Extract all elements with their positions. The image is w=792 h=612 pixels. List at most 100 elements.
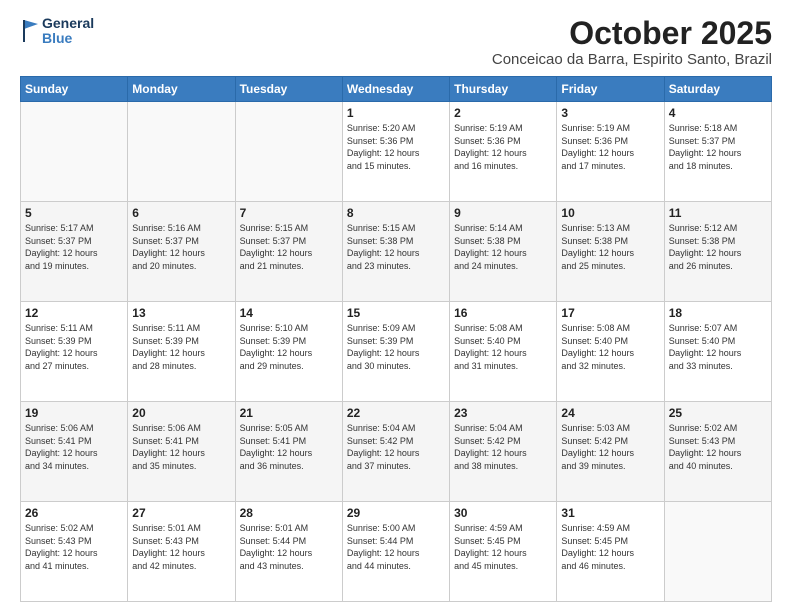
calendar-cell	[664, 502, 771, 602]
day-number: 28	[240, 506, 338, 520]
calendar-cell: 21 Sunrise: 5:05 AM Sunset: 5:41 PM Dayli…	[235, 402, 342, 502]
day-info: Sunrise: 5:04 AM Sunset: 5:42 PM Dayligh…	[454, 422, 552, 472]
calendar-cell: 13 Sunrise: 5:11 AM Sunset: 5:39 PM Dayli…	[128, 302, 235, 402]
calendar-cell: 23 Sunrise: 5:04 AM Sunset: 5:42 PM Dayli…	[450, 402, 557, 502]
calendar-cell: 31Sunrise: 4:59 AM Sunset: 5:45 PM Dayli…	[557, 502, 664, 602]
calendar-cell: 16 Sunrise: 5:08 AM Sunset: 5:40 PM Dayli…	[450, 302, 557, 402]
day-info: Sunrise: 5:19 AM Sunset: 5:36 PM Dayligh…	[454, 122, 552, 172]
day-info: Sunrise: 5:08 AM Sunset: 5:40 PM Dayligh…	[454, 322, 552, 372]
day-number: 22	[347, 406, 445, 420]
calendar-cell: 24Sunrise: 5:03 AM Sunset: 5:42 PM Dayli…	[557, 402, 664, 502]
col-header-saturday: Saturday	[664, 77, 771, 102]
calendar-cell: 25 Sunrise: 5:02 AM Sunset: 5:43 PM Dayli…	[664, 402, 771, 502]
day-info: Sunrise: 5:17 AM Sunset: 5:37 PM Dayligh…	[25, 222, 123, 272]
day-number: 23	[454, 406, 552, 420]
day-number: 21	[240, 406, 338, 420]
calendar-cell: 6 Sunrise: 5:16 AM Sunset: 5:37 PM Daylig…	[128, 202, 235, 302]
day-number: 13	[132, 306, 230, 320]
month-title: October 2025	[492, 16, 772, 51]
calendar-cell	[128, 102, 235, 202]
col-header-monday: Monday	[128, 77, 235, 102]
day-info: Sunrise: 5:00 AM Sunset: 5:44 PM Dayligh…	[347, 522, 445, 572]
day-info: Sunrise: 5:14 AM Sunset: 5:38 PM Dayligh…	[454, 222, 552, 272]
col-header-wednesday: Wednesday	[342, 77, 449, 102]
col-header-thursday: Thursday	[450, 77, 557, 102]
day-info: Sunrise: 5:12 AM Sunset: 5:38 PM Dayligh…	[669, 222, 767, 272]
calendar-cell: 27 Sunrise: 5:01 AM Sunset: 5:43 PM Dayli…	[128, 502, 235, 602]
day-info: Sunrise: 5:15 AM Sunset: 5:38 PM Dayligh…	[347, 222, 445, 272]
day-number: 27	[132, 506, 230, 520]
col-header-sunday: Sunday	[21, 77, 128, 102]
day-number: 6	[132, 206, 230, 220]
day-number: 26	[25, 506, 123, 520]
day-number: 19	[25, 406, 123, 420]
day-info: Sunrise: 5:02 AM Sunset: 5:43 PM Dayligh…	[25, 522, 123, 572]
day-info: Sunrise: 5:07 AM Sunset: 5:40 PM Dayligh…	[669, 322, 767, 372]
calendar-cell: 14 Sunrise: 5:10 AM Sunset: 5:39 PM Dayli…	[235, 302, 342, 402]
title-area: October 2025 Conceicao da Barra, Espirit…	[492, 16, 772, 68]
day-info: Sunrise: 4:59 AM Sunset: 5:45 PM Dayligh…	[561, 522, 659, 572]
col-header-friday: Friday	[557, 77, 664, 102]
day-number: 1	[347, 106, 445, 120]
calendar-cell: 28Sunrise: 5:01 AM Sunset: 5:44 PM Dayli…	[235, 502, 342, 602]
calendar-cell: 8 Sunrise: 5:15 AM Sunset: 5:38 PM Daylig…	[342, 202, 449, 302]
day-number: 12	[25, 306, 123, 320]
day-number: 30	[454, 506, 552, 520]
header: General Blue October 2025 Conceicao da B…	[20, 16, 772, 68]
day-info: Sunrise: 5:13 AM Sunset: 5:38 PM Dayligh…	[561, 222, 659, 272]
calendar-cell: 9 Sunrise: 5:14 AM Sunset: 5:38 PM Daylig…	[450, 202, 557, 302]
day-info: Sunrise: 5:10 AM Sunset: 5:39 PM Dayligh…	[240, 322, 338, 372]
calendar-cell: 12 Sunrise: 5:11 AM Sunset: 5:39 PM Dayli…	[21, 302, 128, 402]
day-info: Sunrise: 5:19 AM Sunset: 5:36 PM Dayligh…	[561, 122, 659, 172]
day-number: 9	[454, 206, 552, 220]
day-info: Sunrise: 5:11 AM Sunset: 5:39 PM Dayligh…	[25, 322, 123, 372]
calendar-cell: 11Sunrise: 5:12 AM Sunset: 5:38 PM Dayli…	[664, 202, 771, 302]
day-number: 4	[669, 106, 767, 120]
calendar-cell: 2 Sunrise: 5:19 AM Sunset: 5:36 PM Daylig…	[450, 102, 557, 202]
day-number: 8	[347, 206, 445, 220]
day-info: Sunrise: 5:16 AM Sunset: 5:37 PM Dayligh…	[132, 222, 230, 272]
day-info: Sunrise: 5:09 AM Sunset: 5:39 PM Dayligh…	[347, 322, 445, 372]
calendar-cell: 26 Sunrise: 5:02 AM Sunset: 5:43 PM Dayli…	[21, 502, 128, 602]
day-info: Sunrise: 5:20 AM Sunset: 5:36 PM Dayligh…	[347, 122, 445, 172]
day-info: Sunrise: 5:06 AM Sunset: 5:41 PM Dayligh…	[132, 422, 230, 472]
day-number: 15	[347, 306, 445, 320]
day-number: 16	[454, 306, 552, 320]
day-number: 7	[240, 206, 338, 220]
calendar-cell: 4 Sunrise: 5:18 AM Sunset: 5:37 PM Daylig…	[664, 102, 771, 202]
calendar-cell	[235, 102, 342, 202]
day-number: 2	[454, 106, 552, 120]
calendar-cell: 1 Sunrise: 5:20 AM Sunset: 5:36 PM Daylig…	[342, 102, 449, 202]
logo-blue: Blue	[42, 31, 94, 46]
calendar-cell: 15 Sunrise: 5:09 AM Sunset: 5:39 PM Dayli…	[342, 302, 449, 402]
day-info: Sunrise: 5:18 AM Sunset: 5:37 PM Dayligh…	[669, 122, 767, 172]
calendar-cell: 10 Sunrise: 5:13 AM Sunset: 5:38 PM Dayli…	[557, 202, 664, 302]
day-info: Sunrise: 5:01 AM Sunset: 5:43 PM Dayligh…	[132, 522, 230, 572]
day-info: Sunrise: 5:04 AM Sunset: 5:42 PM Dayligh…	[347, 422, 445, 472]
day-number: 29	[347, 506, 445, 520]
day-number: 3	[561, 106, 659, 120]
col-header-tuesday: Tuesday	[235, 77, 342, 102]
calendar-cell: 5 Sunrise: 5:17 AM Sunset: 5:37 PM Daylig…	[21, 202, 128, 302]
day-number: 18	[669, 306, 767, 320]
day-number: 10	[561, 206, 659, 220]
day-info: Sunrise: 4:59 AM Sunset: 5:45 PM Dayligh…	[454, 522, 552, 572]
day-info: Sunrise: 5:08 AM Sunset: 5:40 PM Dayligh…	[561, 322, 659, 372]
logo: General Blue	[20, 16, 94, 47]
calendar-cell: 30 Sunrise: 4:59 AM Sunset: 5:45 PM Dayli…	[450, 502, 557, 602]
calendar-cell: 18 Sunrise: 5:07 AM Sunset: 5:40 PM Dayli…	[664, 302, 771, 402]
day-info: Sunrise: 5:05 AM Sunset: 5:41 PM Dayligh…	[240, 422, 338, 472]
calendar-cell: 19 Sunrise: 5:06 AM Sunset: 5:41 PM Dayli…	[21, 402, 128, 502]
day-number: 24	[561, 406, 659, 420]
day-number: 25	[669, 406, 767, 420]
day-info: Sunrise: 5:06 AM Sunset: 5:41 PM Dayligh…	[25, 422, 123, 472]
day-number: 5	[25, 206, 123, 220]
day-info: Sunrise: 5:02 AM Sunset: 5:43 PM Dayligh…	[669, 422, 767, 472]
calendar-cell: 3 Sunrise: 5:19 AM Sunset: 5:36 PM Daylig…	[557, 102, 664, 202]
day-number: 14	[240, 306, 338, 320]
location-title: Conceicao da Barra, Espirito Santo, Braz…	[492, 51, 772, 68]
logo-general: General	[42, 16, 94, 31]
day-number: 20	[132, 406, 230, 420]
day-info: Sunrise: 5:11 AM Sunset: 5:39 PM Dayligh…	[132, 322, 230, 372]
day-info: Sunrise: 5:15 AM Sunset: 5:37 PM Dayligh…	[240, 222, 338, 272]
